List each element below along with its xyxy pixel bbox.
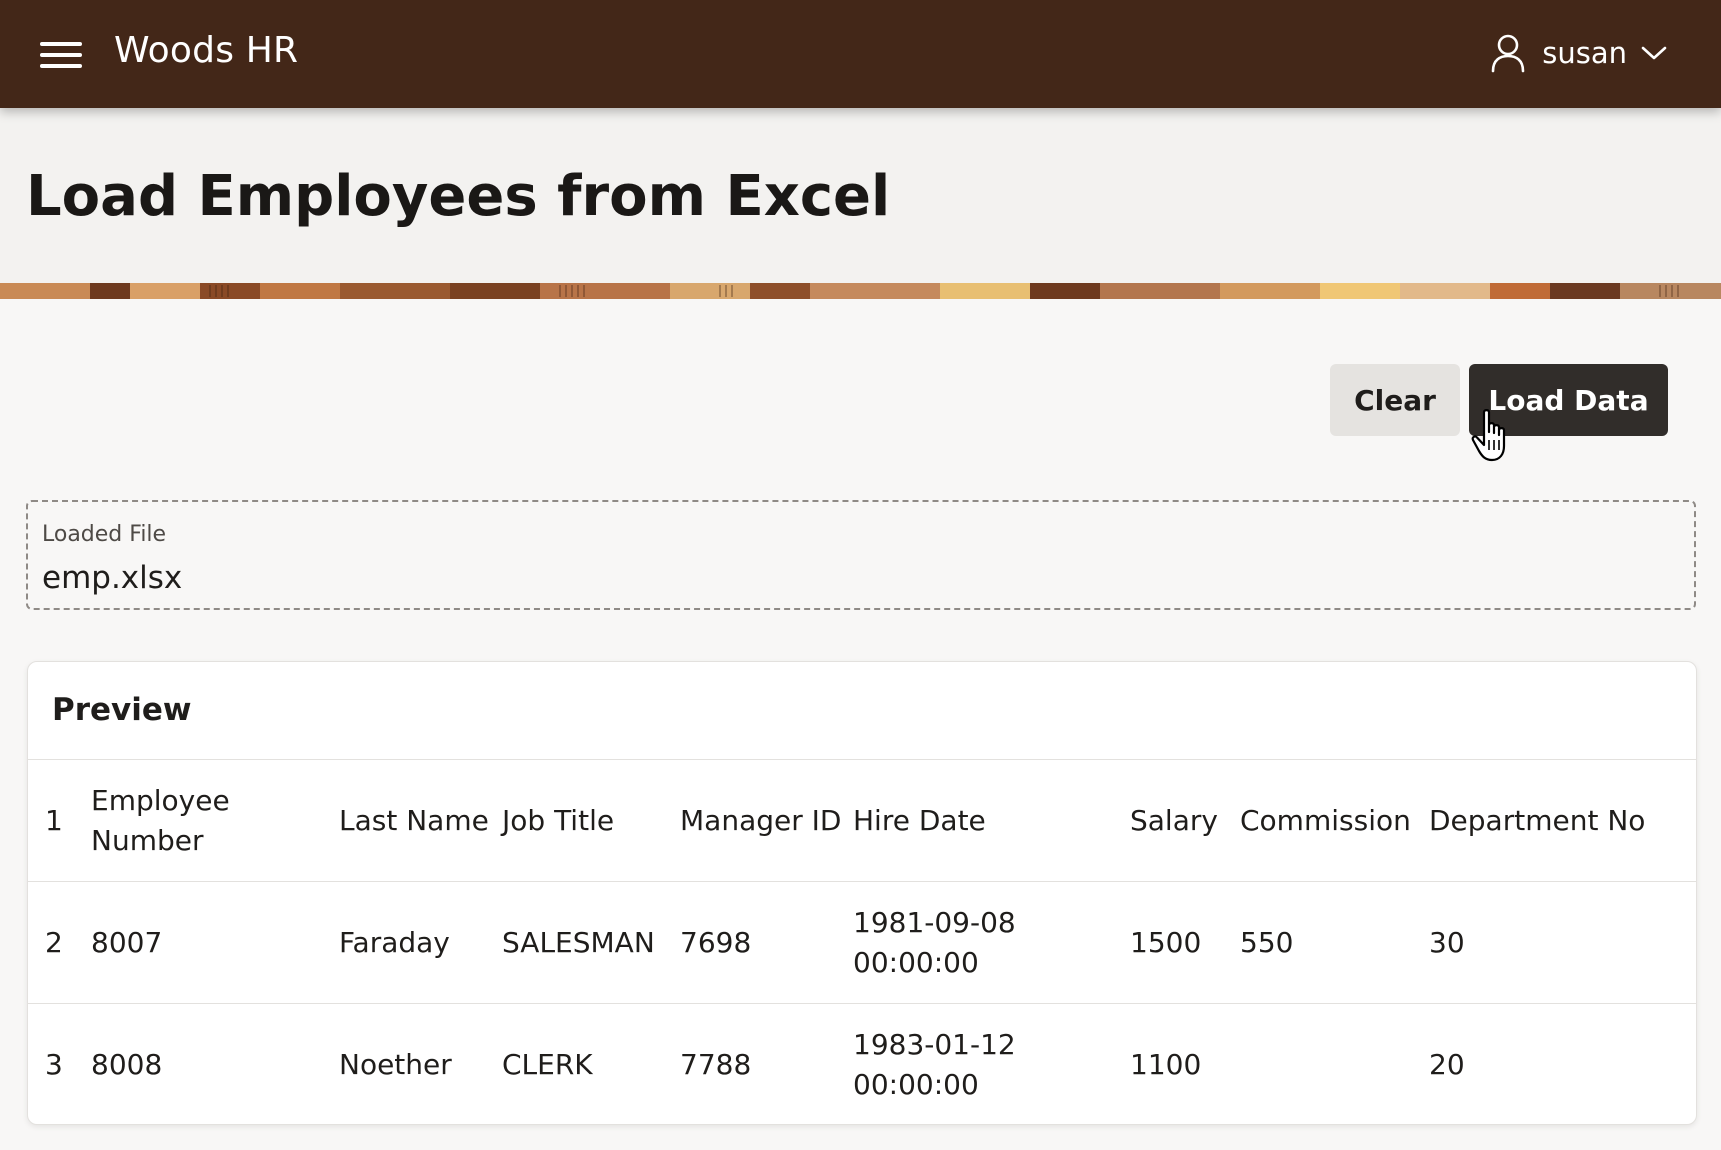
cell-employee-number: 8008 xyxy=(91,1047,163,1081)
cell-salary: 1500 xyxy=(1130,925,1202,959)
cell-salary: 1100 xyxy=(1130,1047,1202,1081)
preview-table: 1 Employee Number Last Name Job Title Ma… xyxy=(28,759,1696,1124)
hamburger-icon[interactable] xyxy=(40,38,84,68)
clear-button[interactable]: Clear xyxy=(1330,364,1460,436)
cell-manager-id: 7698 xyxy=(680,925,752,959)
column-header-hire-date: Hire Date xyxy=(853,803,986,837)
chevron-down-icon xyxy=(1641,46,1667,60)
page-hero: Load Employees from Excel xyxy=(0,108,1721,283)
app-title[interactable]: Woods HR xyxy=(114,30,298,71)
decorative-pattern-band xyxy=(0,283,1721,299)
table-row: 3 8008 Noether CLERK 7788 1983-01-12 00:… xyxy=(28,1003,1696,1124)
column-header-salary: Salary xyxy=(1130,803,1218,837)
cell-job-title: CLERK xyxy=(502,1047,593,1081)
loaded-file-field[interactable]: Loaded File emp.xlsx xyxy=(26,500,1696,610)
row-number: 2 xyxy=(45,925,63,959)
column-header-last-name: Last Name xyxy=(339,803,489,837)
page-title: Load Employees from Excel xyxy=(26,164,891,229)
cell-department-no: 20 xyxy=(1429,1047,1465,1081)
cell-commission xyxy=(1240,1004,1430,1124)
cell-commission: 550 xyxy=(1240,925,1294,959)
cell-hire-date: 1981-09-08 00:00:00 xyxy=(853,905,1016,979)
table-row: 2 8007 Faraday SALESMAN 7698 1981-09-08 … xyxy=(28,881,1696,1003)
cell-manager-id: 7788 xyxy=(680,1047,752,1081)
preview-card: Preview 1 Employee Number Last Name Job … xyxy=(27,661,1697,1125)
cell-department-no: 30 xyxy=(1429,925,1465,959)
user-name: susan xyxy=(1542,36,1627,70)
loaded-file-label: Loaded File xyxy=(42,522,167,547)
column-header-department-no: Department No xyxy=(1429,803,1646,837)
app-header: Woods HR susan xyxy=(0,0,1721,108)
loaded-file-value: emp.xlsx xyxy=(42,560,183,596)
cell-last-name: Noether xyxy=(339,1047,452,1081)
cell-last-name: Faraday xyxy=(339,925,450,959)
row-number: 3 xyxy=(45,1047,63,1081)
column-header-manager-id: Manager ID xyxy=(680,803,842,837)
row-number: 1 xyxy=(45,803,63,837)
column-header-employee-number: Employee Number xyxy=(91,783,230,857)
column-header-job-title: Job Title xyxy=(502,803,615,837)
table-header-row: 1 Employee Number Last Name Job Title Ma… xyxy=(28,759,1696,881)
preview-title: Preview xyxy=(52,692,192,728)
user-menu[interactable]: susan xyxy=(1490,30,1667,76)
cell-hire-date: 1983-01-12 00:00:00 xyxy=(853,1027,1016,1101)
cell-job-title: SALESMAN xyxy=(502,925,655,959)
cell-employee-number: 8007 xyxy=(91,925,163,959)
column-header-commission: Commission xyxy=(1240,803,1411,837)
load-data-button[interactable]: Load Data xyxy=(1469,364,1668,436)
user-icon xyxy=(1491,34,1525,73)
